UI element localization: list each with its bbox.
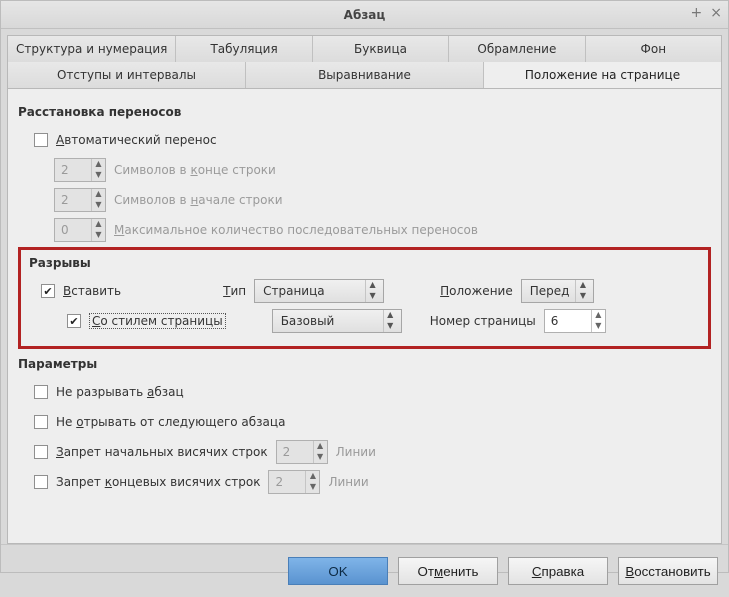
chevron-down-icon: ▼ (92, 230, 105, 241)
checkbox-widow-control[interactable] (34, 475, 48, 489)
breaks-highlight: Разрывы Вставить Тип Страница ▲▼ Положен… (18, 247, 711, 349)
tab-tabstops[interactable]: Табуляция (176, 36, 312, 62)
chevron-down-icon: ▼ (576, 291, 589, 302)
chevron-up-icon[interactable]: ▲ (592, 310, 605, 321)
cancel-button[interactable]: Отменить (398, 557, 498, 585)
dialog-window: Абзац + × Структура и нумерация Табуляци… (0, 0, 729, 573)
tab-indents-spacing[interactable]: Отступы и интервалы (8, 62, 246, 88)
chevron-down-icon[interactable]: ▼ (592, 321, 605, 332)
tab-row-top: Структура и нумерация Табуляция Буквица … (7, 35, 722, 62)
titlebar-title: Абзац (344, 8, 386, 22)
chevron-up-icon: ▲ (366, 280, 379, 291)
checkbox-no-split[interactable] (34, 385, 48, 399)
ok-button[interactable]: OK (288, 557, 388, 585)
button-bar: OK Отменить Справка Восстановить (1, 544, 728, 597)
chevron-up-icon: ▲ (306, 471, 319, 482)
tab-dropcaps[interactable]: Буквица (313, 36, 449, 62)
spin-orphan-lines: ▲▼ (276, 440, 328, 464)
label-max-hyphens: Максимальное количество последовательных… (114, 223, 478, 237)
checkbox-insert-break[interactable] (41, 284, 55, 298)
chevron-down-icon: ▼ (92, 200, 105, 211)
help-button[interactable]: Справка (508, 557, 608, 585)
section-options: Параметры (18, 357, 713, 371)
spin-chars-start: ▲▼ (54, 188, 106, 212)
chevron-down-icon: ▼ (366, 291, 379, 302)
tab-alignment[interactable]: Выравнивание (246, 62, 484, 88)
spin-page-number[interactable]: ▲▼ (544, 309, 606, 333)
label-keep-with-next: Не отрывать от следующего абзаца (56, 415, 285, 429)
chevron-up-icon: ▲ (576, 280, 589, 291)
chevron-up-icon: ▲ (92, 159, 105, 170)
spin-chars-end: ▲▼ (54, 158, 106, 182)
combo-page-style[interactable]: Базовый ▲▼ (272, 309, 402, 333)
section-hyphenation: Расстановка переносов (18, 105, 713, 119)
tab-row-bottom: Отступы и интервалы Выравнивание Положен… (7, 61, 722, 88)
checkbox-keep-with-next[interactable] (34, 415, 48, 429)
tab-borders[interactable]: Обрамление (449, 36, 585, 62)
label-orphan-control: Запрет начальных висячих строк (56, 445, 268, 459)
titlebar[interactable]: Абзац + × (1, 1, 728, 29)
label-no-split: Не разрывать абзац (56, 385, 184, 399)
chevron-up-icon: ▲ (92, 219, 105, 230)
spin-widow-lines: ▲▼ (268, 470, 320, 494)
checkbox-orphan-control[interactable] (34, 445, 48, 459)
label-with-page-style: Со стилем страницы (89, 313, 226, 329)
chevron-up-icon: ▲ (92, 189, 105, 200)
combo-break-type[interactable]: Страница ▲▼ (254, 279, 384, 303)
label-orphan-lines: Линии (336, 445, 376, 459)
tab-text-flow[interactable]: Положение на странице (484, 62, 721, 88)
chevron-down-icon: ▼ (306, 482, 319, 493)
label-page-number: Номер страницы (430, 314, 536, 328)
checkbox-auto-hyphen[interactable] (34, 133, 48, 147)
section-breaks: Разрывы (29, 256, 702, 270)
window-controls: + × (691, 5, 722, 21)
chevron-up-icon: ▲ (384, 310, 397, 321)
label-auto-hyphen: Автоматический перенос (56, 133, 217, 147)
label-widow-lines: Линии (328, 475, 368, 489)
chevron-down-icon: ▼ (92, 170, 105, 181)
tab-background[interactable]: Фон (586, 36, 721, 62)
close-icon[interactable]: × (710, 5, 722, 21)
reset-button[interactable]: Восстановить (618, 557, 718, 585)
checkbox-with-page-style[interactable] (67, 314, 81, 328)
spin-max-hyphens: ▲▼ (54, 218, 106, 242)
chevron-down-icon: ▼ (384, 321, 397, 332)
chevron-down-icon: ▼ (314, 452, 327, 463)
tab-structure-numbering[interactable]: Структура и нумерация (8, 36, 176, 62)
tab-panel: Расстановка переносов Автоматический пер… (7, 88, 722, 544)
minimize-icon[interactable]: + (691, 5, 703, 21)
label-chars-start: Символов в начале строки (114, 193, 283, 207)
label-insert-break: Вставить (63, 284, 121, 298)
combo-break-position[interactable]: Перед ▲▼ (521, 279, 595, 303)
label-chars-end: Символов в конце строки (114, 163, 276, 177)
chevron-up-icon: ▲ (314, 441, 327, 452)
label-widow-control: Запрет концевых висячих строк (56, 475, 260, 489)
label-break-type: Тип (223, 284, 246, 298)
label-break-position: Положение (440, 284, 513, 298)
